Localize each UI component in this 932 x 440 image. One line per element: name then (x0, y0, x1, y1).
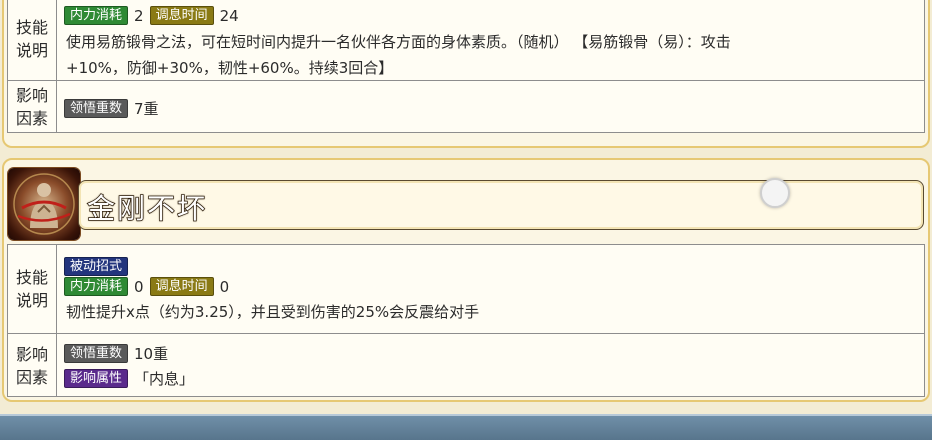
internal-cost-value: 0 (134, 277, 144, 296)
skill-description-content: 被动招式 内力消耗 0 调息时间 0 韧性提升x点（约为3.25），并且受到伤害的25… (64, 245, 916, 333)
skill-description-row: 技能 说明 内力消耗 2 调息时间 24 使用易筋锻骨之法，可在短时间内提升一名伙伴各… (8, 0, 924, 80)
skill-card[interactable]: 金刚不坏 技能 说明 被动招式 内力消耗 0 调息时间 0 韧性提升x点（约为3.25… (2, 158, 930, 402)
description-line-1: 使用易筋锻骨之法，可在短时间内提升一名伙伴各方面的身体素质。（随机） 【易筋锻骨… (66, 33, 731, 51)
skill-title: 金刚不坏 (86, 191, 208, 226)
internal-cost-tag: 内力消耗 (64, 277, 129, 296)
internal-cost-value: 2 (134, 6, 144, 25)
skill-detail-table: 技能 说明 被动招式 内力消耗 0 调息时间 0 韧性提升x点（约为3.25），并且受… (7, 244, 925, 397)
attribute-value: 「内息」 (134, 370, 195, 388)
skill-description-label: 技能 说明 (8, 245, 57, 333)
comprehension-line: 领悟重数 10重 (64, 343, 174, 364)
skill-title-bar: 金刚不坏 (78, 180, 924, 230)
comprehension-value: 10重 (134, 345, 169, 363)
influence-label: 影响 因素 (8, 81, 57, 133)
passive-move-tag: 被动招式 (64, 257, 129, 276)
influence-content: 领悟重数 10重 影响属性 「内息」 (64, 334, 916, 397)
comprehension-value: 7重 (134, 100, 159, 118)
description-line-1: 韧性提升x点（约为3.25），并且受到伤害的25%会反震给对手 (66, 303, 480, 321)
skill-description-row: 技能 说明 被动招式 内力消耗 0 调息时间 0 韧性提升x点（约为3.25），并且受… (8, 245, 924, 333)
comprehension-tag: 领悟重数 (64, 99, 129, 118)
comprehension-line: 领悟重数 7重 (64, 98, 165, 119)
cooldown-tag: 调息时间 (149, 6, 214, 25)
comprehension-tag: 领悟重数 (64, 344, 129, 363)
cooldown-tag: 调息时间 (149, 277, 214, 296)
cost-line: 内力消耗 2 调息时间 24 (64, 6, 245, 25)
internal-cost-tag: 内力消耗 (64, 6, 129, 25)
skill-portrait-icon (8, 168, 80, 240)
skill-description-label: 技能 说明 (8, 0, 57, 80)
skill-detail-table: 技能 说明 内力消耗 2 调息时间 24 使用易筋锻骨之法，可在短时间内提升一名伙伴各… (7, 0, 925, 133)
cooldown-value: 24 (219, 6, 239, 25)
cooldown-value: 0 (219, 277, 230, 296)
passive-line: 被动招式 (64, 257, 129, 276)
attribute-tag: 影响属性 (64, 369, 129, 388)
influence-row: 影响 因素 领悟重数 10重 影响属性 「内息」 (8, 333, 924, 397)
influence-row: 影响 因素 领悟重数 7重 (8, 80, 924, 133)
next-section-header[interactable] (0, 414, 932, 440)
skill-card-previous: 技能 说明 内力消耗 2 调息时间 24 使用易筋锻骨之法，可在短时间内提升一名伙伴各… (2, 0, 930, 148)
attribute-line: 影响属性 「内息」 (64, 368, 200, 389)
influence-content: 领悟重数 7重 (64, 81, 916, 133)
skill-description-content: 内力消耗 2 调息时间 24 使用易筋锻骨之法，可在短时间内提升一名伙伴各方面的身体素… (64, 0, 916, 80)
influence-label: 影响 因素 (8, 334, 57, 397)
description-line-2: +10%，防御+30%，韧性+60%。持续3回合】 (66, 59, 394, 77)
cost-line: 内力消耗 0 调息时间 0 (64, 277, 235, 296)
touch-indicator-icon (760, 178, 790, 208)
